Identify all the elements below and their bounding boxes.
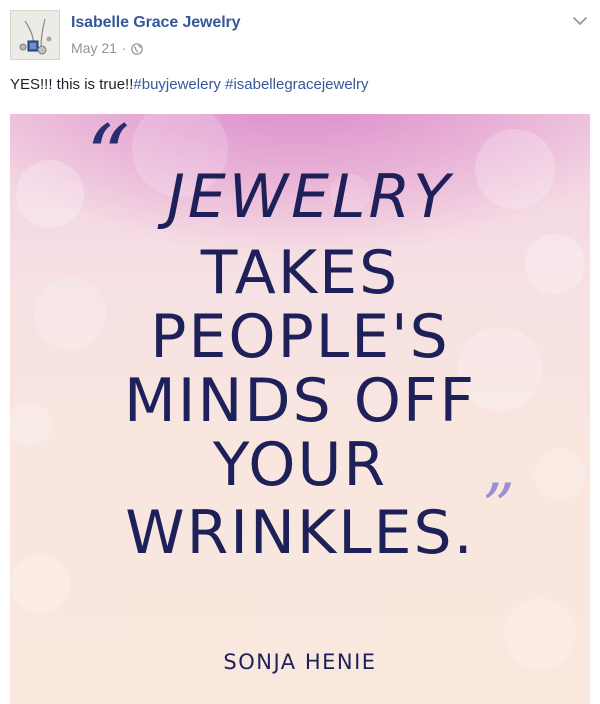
hashtag-isabellegracejewelry[interactable]: #isabellegracejewelry — [221, 76, 368, 93]
page-avatar[interactable] — [10, 10, 60, 60]
quote-author: SONJA HENIE — [223, 650, 377, 674]
quote-line-4: MINDS OFF — [124, 366, 476, 436]
facebook-post: Isabelle Grace Jewelry May 21 · YES!!! t… — [0, 0, 600, 704]
hashtag-buyjewelery[interactable]: #buyjewelery — [133, 76, 221, 93]
caption-text: YES!!! this is true!! — [10, 76, 134, 93]
quote-line-3: PEOPLE'S — [150, 302, 450, 372]
quote-line-2: TAKES — [200, 238, 400, 308]
chevron-down-icon[interactable] — [571, 14, 589, 28]
quote-image[interactable]: “ JEWELRY TAKES PEOPLE'S MINDS OFF YOUR … — [10, 114, 590, 704]
post-date[interactable]: May 21 — [71, 40, 117, 56]
quote-line-1: JEWELRY — [167, 162, 453, 232]
post-meta: May 21 · — [71, 40, 143, 56]
meta-separator: · — [121, 40, 127, 56]
close-quote-mark: ” — [482, 471, 515, 545]
globe-icon[interactable] — [130, 42, 143, 55]
page-name-link[interactable]: Isabelle Grace Jewelry — [71, 14, 241, 32]
avatar-jewelry-image — [11, 11, 59, 59]
post-caption: YES!!! this is true!!#buyjewelery #isabe… — [10, 76, 369, 93]
